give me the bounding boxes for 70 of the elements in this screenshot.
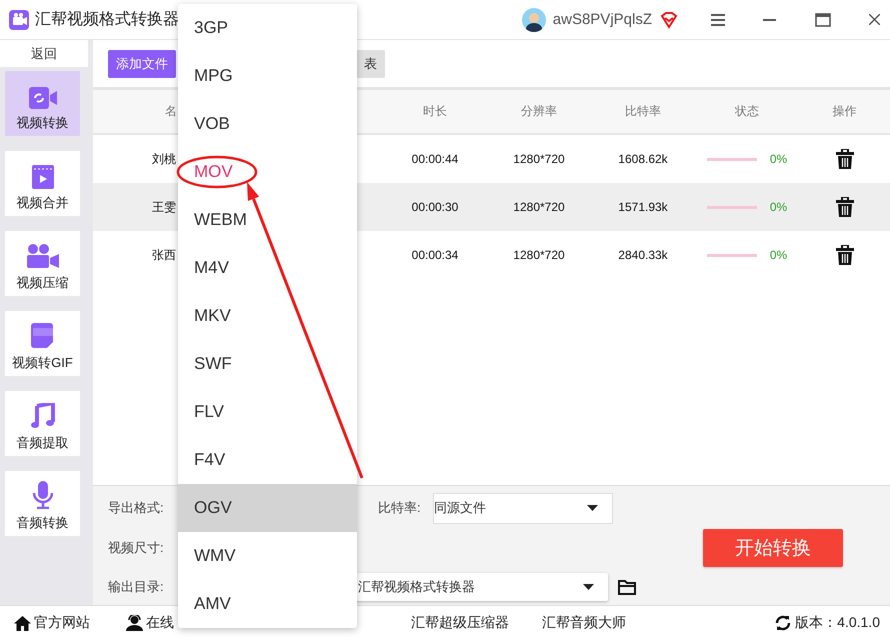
footer-link[interactable]: 汇帮音频大师	[542, 614, 626, 632]
progress-percent: 0%	[770, 200, 788, 214]
trash-icon[interactable]	[836, 245, 854, 265]
menu-icon[interactable]	[711, 14, 725, 26]
column-header: 名	[164, 103, 178, 120]
menu-item[interactable]: F4V	[178, 436, 357, 484]
sidebar-item[interactable]: 视频压缩	[5, 231, 80, 296]
menu-item[interactable]: 3GP	[178, 4, 357, 52]
music-note-icon	[30, 403, 54, 429]
file-name: 王雯	[151, 198, 176, 216]
video-camera-icon	[28, 87, 56, 109]
file-name: 刘桃	[151, 150, 176, 168]
field-label: 输出目录:	[108, 578, 165, 596]
column-header: 状态	[734, 103, 760, 120]
headset-user-icon	[126, 615, 143, 631]
field-label: 导出格式:	[108, 499, 165, 517]
field-label: 比特率:	[378, 499, 422, 517]
duration-cell: 00:00:30	[412, 200, 458, 214]
footer-link[interactable]: 官方网站	[14, 614, 90, 632]
app-title: 汇帮视频格式转换器	[35, 10, 179, 30]
caret-icon	[587, 505, 598, 511]
sidebar-item[interactable]: 视频转GIF	[5, 311, 80, 376]
microphone-icon	[32, 481, 52, 509]
footer-link[interactable]: 在线	[126, 614, 174, 632]
file-name: 张西	[151, 246, 176, 264]
clapperboard-icon	[32, 165, 54, 189]
home-icon	[14, 616, 31, 630]
menu-item[interactable]: OGV	[178, 484, 357, 532]
close-icon[interactable]	[869, 14, 880, 25]
add-file-button[interactable]: 添加文件	[108, 50, 176, 78]
resolution-cell: 1280*720	[513, 152, 565, 166]
bitrate-dropdown[interactable]: 同源文件	[433, 492, 613, 524]
refresh-icon	[775, 615, 792, 631]
sidebar-item[interactable]: 视频合并	[5, 151, 80, 216]
field-label: 视频尺寸:	[108, 539, 165, 557]
maximize-icon[interactable]	[815, 12, 831, 26]
bitrate-cell: 2840.33k	[618, 248, 668, 262]
avatar-icon[interactable]	[522, 8, 546, 32]
progress-percent: 0%	[770, 248, 788, 262]
trash-icon[interactable]	[836, 149, 854, 169]
video-recorder-icon	[26, 243, 60, 269]
footer-link[interactable]: 汇帮超级压缩器	[411, 614, 509, 632]
sidebar-item[interactable]: 视频转换	[5, 71, 80, 136]
menu-item[interactable]: MKV	[178, 292, 357, 340]
column-header: 分辨率	[520, 103, 558, 120]
duration-cell: 00:00:34	[412, 248, 458, 262]
progress-percent: 0%	[770, 152, 788, 166]
start-convert-button[interactable]: 开始转换	[703, 529, 843, 567]
bitrate-cell: 1608.62k	[618, 152, 668, 166]
resolution-cell: 1280*720	[513, 248, 565, 262]
menu-item[interactable]: SWF	[178, 340, 357, 388]
column-header: 比特率	[624, 103, 662, 120]
resolution-cell: 1280*720	[513, 200, 565, 214]
column-header: 操作	[832, 103, 858, 120]
minimize-icon[interactable]	[763, 18, 776, 20]
sidebar-item[interactable]: 音频转换	[5, 471, 80, 536]
vip-diamond-icon[interactable]	[660, 10, 678, 28]
bitrate-cell: 1571.93k	[618, 200, 668, 214]
sidebar-item[interactable]: 音频提取	[5, 391, 80, 456]
gif-file-icon	[30, 323, 54, 349]
trash-icon[interactable]	[836, 197, 854, 217]
caret-icon	[583, 584, 594, 590]
duration-cell: 00:00:44	[412, 152, 458, 166]
back-link[interactable]: 返回	[0, 40, 88, 67]
folder-icon[interactable]	[618, 578, 637, 594]
username[interactable]: awS8PVjPqlsZ	[552, 11, 652, 28]
column-header: 时长	[422, 103, 448, 120]
version-label: 版本：4.0.1.0	[795, 614, 880, 632]
menu-item[interactable]: FLV	[178, 388, 357, 436]
app-logo-icon	[9, 10, 29, 30]
